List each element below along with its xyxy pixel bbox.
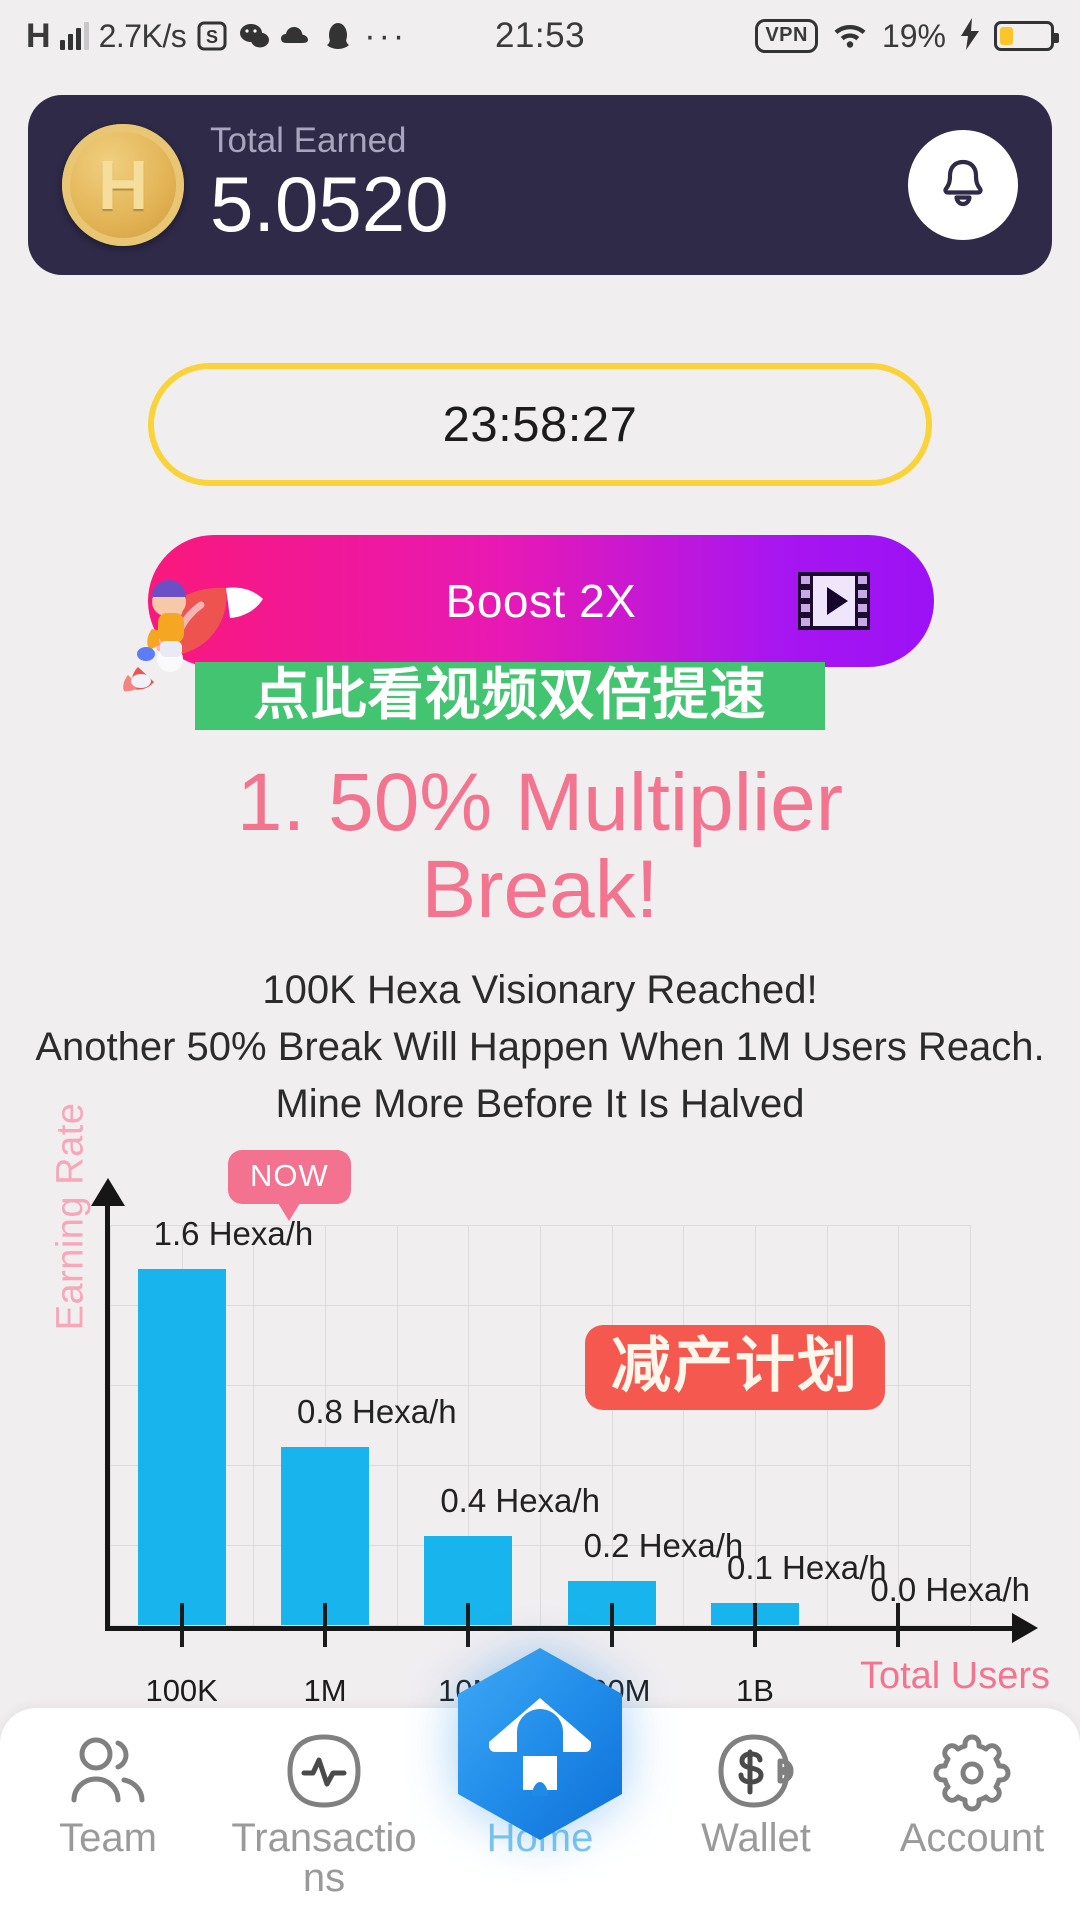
svg-text:S: S [206, 27, 218, 47]
x-axis-line [105, 1626, 1015, 1631]
chart-bar-value-label: 0.1 Hexa/h [727, 1548, 887, 1586]
chart-x-tick-label: 100K [145, 1673, 218, 1708]
wallet-dollar-icon [716, 1732, 796, 1810]
signal-strength-icon [59, 22, 89, 50]
status-right: VPN 19% [755, 17, 1059, 56]
nav-item-account[interactable]: Account [864, 1708, 1080, 1858]
grid-line-v [898, 1225, 900, 1625]
chart-x-tick [323, 1603, 327, 1647]
nav-item-wallet[interactable]: Wallet [648, 1708, 864, 1858]
vpn-badge: VPN [755, 19, 818, 53]
grid-line-v [611, 1225, 613, 1625]
status-bar: H 2.7K/s S ··· 21:53 VPN 19% [0, 0, 1080, 72]
boost-banner-button[interactable]: Boost 2X [148, 535, 934, 667]
chart-x-tick [609, 1603, 614, 1647]
chart-plot-area: 1.6 Hexa/h100K0.8 Hexa/h1M0.4 Hexa/h10M0… [110, 1215, 1030, 1708]
battery-percent-label: 19% [881, 17, 946, 54]
grid-line-v [540, 1225, 541, 1625]
grid-line-v [683, 1225, 685, 1625]
chart-bar [137, 1269, 226, 1625]
activity-pulse-icon [285, 1732, 363, 1810]
chart-x-axis-label: Total Users [859, 1655, 1050, 1697]
coin-symbol: H [97, 146, 149, 224]
status-left: H 2.7K/s S ··· [26, 17, 407, 56]
headline-line-2: Break! [421, 843, 659, 935]
nav-item-transactions[interactable]: Transactions [216, 1708, 432, 1898]
video-film-icon [796, 570, 872, 632]
wifi-icon [831, 18, 869, 55]
countdown-timer: 23:58:27 [148, 363, 932, 486]
grid-line-v [110, 1225, 111, 1625]
status-overflow-icon: ··· [364, 16, 408, 55]
chart-bar-value-label: 0.8 Hexa/h [297, 1393, 457, 1431]
total-earned-label: Total Earned [210, 120, 407, 160]
home-hexagon-icon[interactable] [452, 1646, 628, 1842]
announcement-body: 100K Hexa Visionary Reached! Another 50%… [0, 962, 1080, 1134]
chart-y-axis-label: Earning Rate [49, 1102, 92, 1331]
boost-cta-label: 点此看视频双倍提速 [253, 663, 767, 728]
grid-line-h [110, 1625, 970, 1626]
nav-label-account: Account [899, 1816, 1045, 1860]
total-earned-card: H Total Earned 5.0520 [28, 95, 1052, 275]
qq-cloud-icon [280, 20, 312, 52]
chart-x-tick [896, 1603, 901, 1647]
hexa-coin-icon: H [62, 124, 184, 246]
chart-x-tick [179, 1603, 184, 1647]
gear-icon [930, 1732, 1014, 1812]
chart-bar-value-label: 0.2 Hexa/h [583, 1526, 744, 1564]
boost-cta-overlay[interactable]: 点此看视频双倍提速 [195, 662, 825, 730]
grid-line-v [970, 1225, 971, 1625]
announcement-line-3: Mine More Before It Is Halved [275, 1082, 805, 1127]
headline-line-1: 1. 50% Multiplier [236, 757, 844, 848]
chart-x-tick [466, 1603, 471, 1647]
nav-label-wallet: Wallet [701, 1816, 811, 1860]
total-earned-text: Total Earned 5.0520 [210, 120, 449, 249]
s-app-icon: S [196, 20, 228, 52]
boost-label: Boost 2X [445, 575, 637, 627]
grid-line-v [253, 1225, 255, 1625]
announcement-line-2: Another 50% Break Will Happen When 1M Us… [35, 1025, 1045, 1070]
total-earned-value: 5.0520 [210, 160, 449, 249]
countdown-value: 23:58:27 [442, 397, 638, 452]
network-type-label: H [26, 16, 51, 55]
chart-x-tick [753, 1603, 757, 1647]
wechat-icon [238, 20, 270, 52]
chart-bar-value-label: 0.0 Hexa/h [870, 1571, 1030, 1608]
network-speed-label: 2.7K/s [98, 17, 187, 54]
battery-icon [994, 21, 1059, 51]
nav-item-team[interactable]: Team [0, 1708, 216, 1858]
chart-bar [281, 1447, 369, 1625]
x-axis-arrow-icon [1012, 1613, 1038, 1643]
notifications-button[interactable] [908, 130, 1018, 240]
qq-penguin-icon [322, 20, 354, 52]
chart-x-tick-label: 1B [736, 1673, 774, 1708]
people-icon [66, 1732, 150, 1810]
chart-bar-value-label: 1.6 Hexa/h [153, 1215, 314, 1253]
announcement-headline: 1. 50% Multiplier Break! [0, 757, 1080, 935]
bell-icon [932, 152, 994, 219]
announcement-line-1: 100K Hexa Visionary Reached! [262, 968, 818, 1012]
reduction-plan-badge: 减产计划 [585, 1325, 885, 1410]
charging-bolt-icon [959, 17, 981, 56]
now-badge: NOW [228, 1150, 351, 1204]
chart-bar-value-label: 0.4 Hexa/h [440, 1482, 600, 1520]
nav-label-transactions: Transactions [231, 1816, 417, 1900]
chart-x-tick-label: 1M [303, 1673, 347, 1708]
nav-label-team: Team [59, 1816, 157, 1860]
